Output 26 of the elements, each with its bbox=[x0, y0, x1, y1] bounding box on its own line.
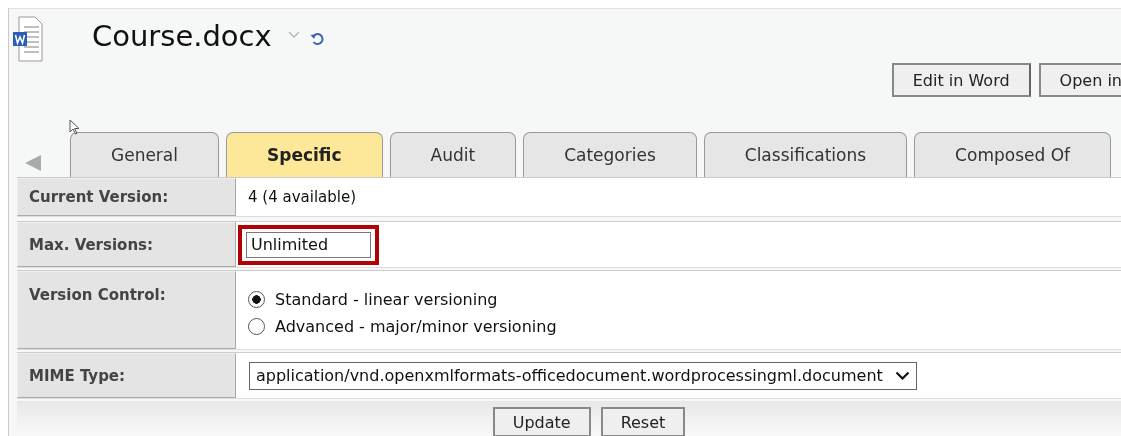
refresh-icon[interactable] bbox=[309, 32, 324, 46]
field-value: 4 (4 available) bbox=[248, 188, 357, 206]
tab[interactable]: Specific bbox=[226, 132, 383, 177]
word-document-icon bbox=[13, 15, 43, 63]
field-label: MIME Type: bbox=[17, 353, 236, 398]
tab[interactable]: Audit bbox=[389, 132, 517, 177]
radio-button[interactable] bbox=[248, 291, 265, 308]
field-label: Max. Versions: bbox=[17, 222, 236, 267]
radio-label[interactable]: Standard - linear versioning bbox=[275, 290, 498, 309]
form-button[interactable]: Reset bbox=[600, 407, 686, 436]
tab[interactable]: Composed Of bbox=[914, 132, 1111, 177]
mime-type-dropdown[interactable]: application/vnd.openxmlformats-officedocument.wordprocessingml.document bbox=[249, 361, 917, 390]
radio-label[interactable]: Advanced - major/minor versioning bbox=[275, 317, 557, 336]
tab[interactable]: Categories bbox=[523, 132, 697, 177]
max-versions-field[interactable]: Unlimited bbox=[246, 231, 371, 258]
radio-button[interactable] bbox=[248, 318, 265, 335]
tab[interactable]: Classifications bbox=[703, 132, 908, 177]
field-label: Current Version: bbox=[17, 178, 236, 216]
document-title: Course.docx bbox=[92, 19, 272, 53]
toolbar-button[interactable]: Edit in Word bbox=[891, 63, 1031, 97]
toolbar-button[interactable]: Open in bbox=[1038, 63, 1121, 97]
tab[interactable]: General bbox=[70, 132, 219, 177]
chevron-down-icon bbox=[894, 371, 910, 380]
form-button[interactable]: Update bbox=[492, 407, 591, 436]
field-label: Version Control: bbox=[17, 271, 236, 349]
mouse-pointer-icon bbox=[69, 119, 80, 135]
